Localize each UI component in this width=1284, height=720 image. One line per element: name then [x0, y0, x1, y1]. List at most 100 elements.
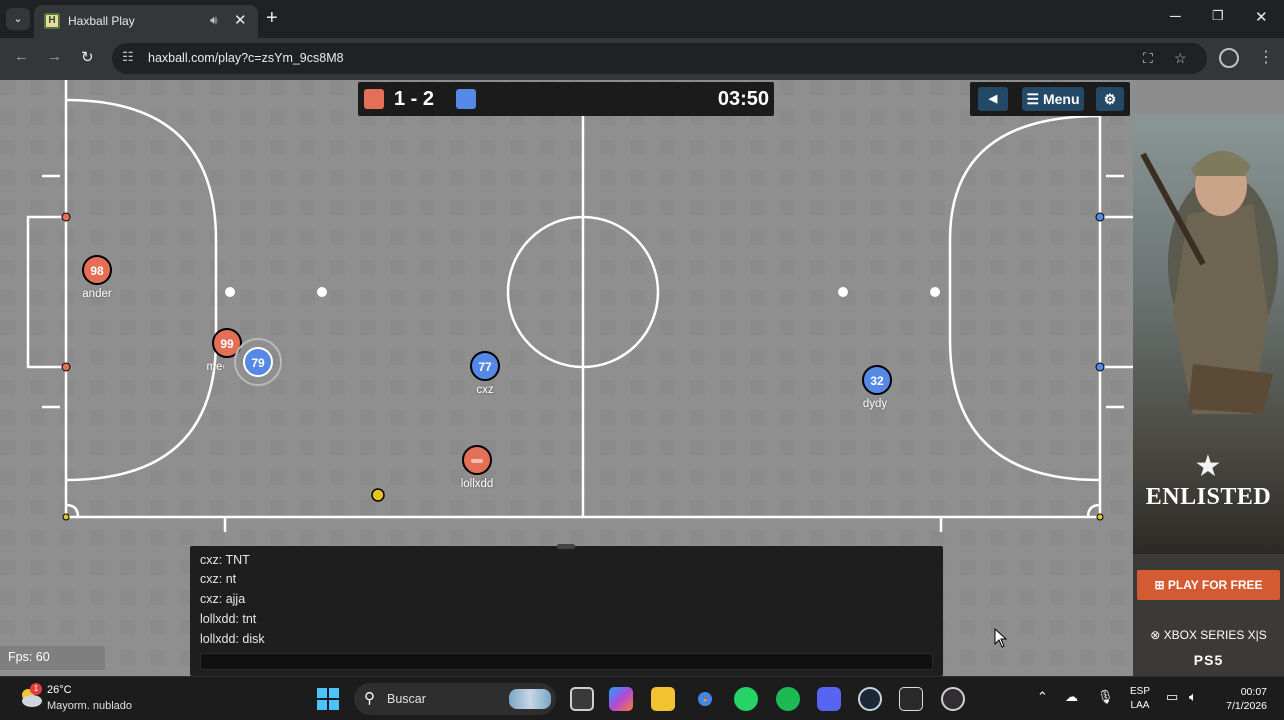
haxball-favicon-icon: H [44, 13, 60, 29]
obs-icon[interactable] [941, 687, 965, 711]
tab-close-icon[interactable]: ✕ [234, 11, 247, 29]
taskbar-search[interactable]: ⚲ Buscar [354, 683, 556, 715]
epic-games-icon[interactable] [899, 687, 923, 711]
ad-title: ENLISTED [1145, 484, 1272, 510]
spotify-icon[interactable] [776, 687, 800, 711]
game-controls: ◀ ☰ Menu ⚙ [970, 82, 1130, 116]
mouse-pointer-icon [994, 628, 1008, 648]
restore-icon[interactable]: ❐ [1212, 8, 1224, 24]
chat-input[interactable] [200, 653, 933, 670]
player-name-label: ander [82, 288, 112, 300]
volume-icon[interactable]: 🔈︎ [1189, 689, 1197, 705]
browser-tab-bar: ⌄ H Haxball Play 🔊︎ ✕ + ─ ❐ ✕ [0, 0, 1284, 38]
back-icon[interactable]: ← [14, 48, 29, 65]
star-emblem-icon: ★ [1194, 450, 1222, 483]
onedrive-cloud-icon[interactable]: ☁ [1065, 689, 1078, 705]
site-info-icon[interactable]: ☷ [122, 49, 134, 65]
game-viewport[interactable]: 98 99 79 77 32 ander mecinh cxz lollxdd … [0, 80, 1284, 676]
windows-logo-icon: ⊞ [1154, 578, 1165, 592]
profile-icon[interactable] [1219, 48, 1239, 68]
chat-message: lollxdd: tnt [200, 612, 257, 626]
score: 1 - 2 [394, 88, 435, 110]
ps5-platform-label: PS5 [1193, 652, 1224, 668]
tab-audio-icon[interactable]: 🔊︎ [210, 13, 218, 28]
task-view-icon[interactable] [570, 687, 594, 711]
chat-message: cxz: nt [200, 572, 237, 586]
weather-description: Mayorm. nublado [47, 700, 132, 712]
show-hidden-icons-chevron-icon[interactable]: ⌃ [1037, 689, 1048, 705]
player-number: 99 [220, 337, 234, 351]
speaker-icon: ◀ [988, 93, 998, 105]
network-icon[interactable]: ▭ [1166, 689, 1178, 705]
browser-toolbar: ← → ↻ ☷ haxball.com/play?c=zsYm_9cs8M8 ⛶… [0, 38, 1284, 80]
player-number: 77 [478, 360, 492, 374]
system-clock[interactable]: 00:07 7/1/2026 [1207, 685, 1267, 713]
player-number: 32 [870, 374, 884, 388]
play-for-free-button[interactable]: ⊞ PLAY FOR FREE [1137, 570, 1280, 600]
match-timer: 03:50 [717, 88, 769, 110]
microsoft-365-icon[interactable] [609, 687, 633, 711]
xbox-label-text: XBOX SERIES X|S [1163, 628, 1267, 642]
tab-title: Haxball Play [68, 14, 135, 28]
chat-message: cxz: ajja [200, 592, 246, 606]
windows-start-icon[interactable] [317, 688, 339, 710]
file-explorer-icon[interactable] [651, 687, 675, 711]
ball [371, 488, 385, 502]
player-name-label: lollxdd [460, 478, 494, 490]
scoreboard: 1 - 2 03:50 [358, 82, 774, 116]
bookmark-star-icon[interactable]: ☆ [1174, 50, 1187, 67]
chat-panel: cxz: TNT cxz: nt cxz: ajja lollxdd: tnt … [190, 544, 943, 676]
settings-button[interactable]: ⚙ [1096, 87, 1124, 111]
reload-icon[interactable]: ↻ [81, 48, 94, 66]
translate-icon[interactable]: ⛶ [1143, 50, 1153, 67]
player-number: 79 [251, 356, 265, 370]
gear-icon: ⚙ [1103, 91, 1117, 107]
minimize-icon[interactable]: ─ [1170, 8, 1181, 25]
address-bar[interactable]: ☷ haxball.com/play?c=zsYm_9cs8M8 ⛶ ☆ [112, 43, 1207, 74]
chrome-menu-icon[interactable]: ⋮ [1258, 47, 1274, 67]
forward-icon[interactable]: → [47, 48, 62, 65]
sound-button[interactable]: ◀ [978, 87, 1008, 111]
xbox-platform-label: ⊗ XBOX SERIES X|S [1133, 628, 1284, 642]
xbox-logo-icon: ⊗ [1150, 628, 1161, 642]
advertisement[interactable]: ★ ENLISTED ⊞ PLAY FOR FREE ⊗ XBOX SERIES… [1133, 114, 1284, 676]
search-highlight-art [509, 689, 551, 709]
cta-label: PLAY FOR FREE [1167, 578, 1263, 592]
clock-time: 00:07 [1240, 686, 1267, 698]
chrome-icon[interactable] [693, 687, 717, 711]
hamburger-icon: ☰ [1026, 91, 1040, 107]
window-close-icon[interactable]: ✕ [1255, 8, 1268, 26]
microphone-icon[interactable]: 🎙︎ [1097, 689, 1114, 705]
player-dydy: 32 [862, 365, 892, 395]
chat-message: lollxdd: disk [200, 632, 265, 646]
new-tab-icon[interactable]: + [266, 7, 278, 30]
chat-message: cxz: TNT [200, 553, 250, 567]
player-cxz: 77 [470, 351, 500, 381]
weather-temperature: 26°C [47, 684, 72, 696]
steam-icon[interactable] [858, 687, 882, 711]
red-team-swatch [364, 89, 384, 109]
chat-resize-handle[interactable] [557, 544, 575, 549]
language-code: ESP [1130, 686, 1151, 697]
blue-team-swatch [456, 89, 476, 109]
windows-taskbar: 1 26°C Mayorm. nublado ⚲ Buscar ⌃ ☁ 🎙︎ E… [0, 676, 1284, 720]
menu-button[interactable]: ☰ Menu [1022, 87, 1084, 111]
weather-notification-badge: 1 [30, 683, 42, 695]
search-icon: ⚲ [364, 690, 375, 707]
url-text[interactable]: haxball.com/play?c=zsYm_9cs8M8 [148, 51, 344, 65]
keyboard-layout-code: LAA [1130, 700, 1150, 711]
browser-tab[interactable]: H Haxball Play 🔊︎ ✕ [34, 5, 258, 38]
input-language[interactable]: ESP LAA [1130, 685, 1150, 713]
menu-label: Menu [1042, 91, 1080, 107]
fps-counter: Fps: 60 [0, 646, 105, 670]
player-name-label: cxz [476, 384, 494, 396]
player-lollxdd [462, 445, 492, 475]
discord-icon[interactable] [817, 687, 841, 711]
player-number: 98 [90, 264, 104, 278]
clock-date: 7/1/2026 [1226, 700, 1267, 712]
tab-list-chevron-icon[interactable]: ⌄ [6, 8, 30, 30]
search-label: Buscar [387, 692, 426, 706]
player-name-label: dydy [862, 398, 888, 410]
player-ander: 98 [82, 255, 112, 285]
whatsapp-icon[interactable] [734, 687, 758, 711]
